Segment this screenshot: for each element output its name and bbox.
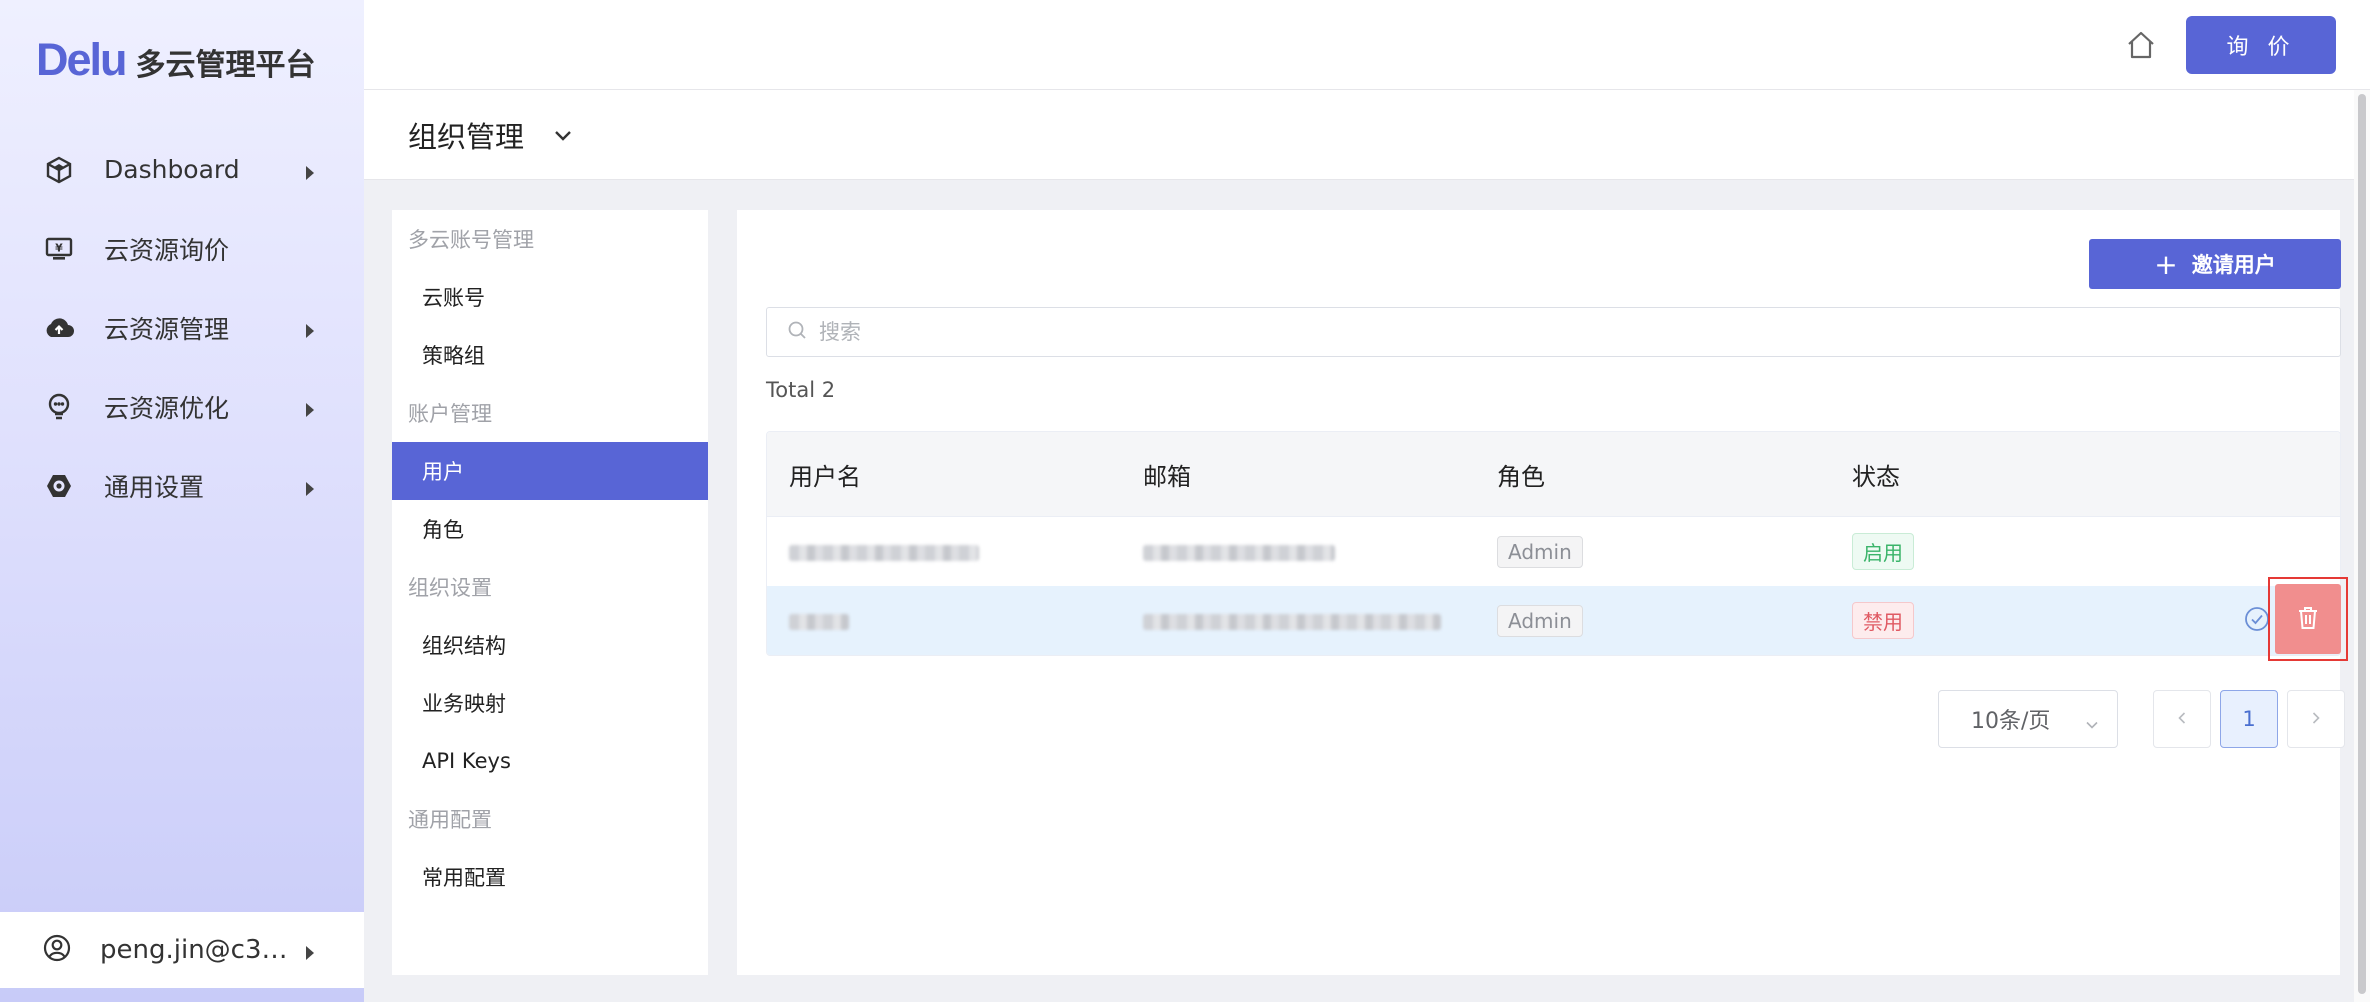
sidebar-item-label: 云资源优化: [104, 393, 230, 423]
cell-role: Admin: [1475, 604, 1830, 637]
redacted-username: [789, 613, 849, 630]
cube-icon: [42, 153, 76, 187]
sidebar-item-cloud-pricing[interactable]: ¥ 云资源询价: [0, 209, 364, 288]
sidebar-menu: Dashboard ¥ 云资源询价 云资源管理 云资源优化 通用设置: [0, 130, 364, 525]
users-table: 用户名 邮箱 角色 状态 Admin 启用 Admin 禁用: [766, 431, 2341, 656]
sidebar-item-cloud-optimize[interactable]: 云资源优化: [0, 367, 364, 446]
sidebar-item-settings[interactable]: 通用设置: [0, 446, 364, 525]
table-row[interactable]: Admin 禁用: [767, 586, 2340, 655]
caret-right-icon: [306, 402, 314, 417]
sidebar-item-label: 云资源管理: [104, 314, 230, 344]
sidebar-item-label: Dashboard: [104, 155, 240, 184]
quote-button[interactable]: 询 价: [2186, 16, 2336, 74]
monitor-yen-icon: ¥: [42, 232, 76, 266]
cell-role: Admin: [1475, 535, 1830, 568]
user-account-menu[interactable]: peng.jin@c3…: [0, 912, 364, 988]
status-badge: 启用: [1852, 533, 1914, 570]
redacted-username: [789, 544, 979, 561]
table-header: 用户名 邮箱 角色 状态: [767, 432, 2340, 517]
org-subnav: 多云账号管理 云账号 策略组 账户管理 用户 角色 组织设置 组织结构 业务映射…: [392, 210, 708, 975]
plus-icon: +: [2154, 247, 2178, 281]
role-badge: Admin: [1497, 535, 1583, 568]
cloud-upload-icon: [42, 311, 76, 345]
caret-right-icon: [306, 946, 314, 960]
sidebar: Delu 多云管理平台 Dashboard ¥ 云资源询价 云资源管理 云资源优…: [0, 0, 364, 1002]
sidebar-item-label: 云资源询价: [104, 235, 230, 265]
subnav-group-title: 通用配置: [408, 808, 492, 832]
delete-user-button[interactable]: [2275, 584, 2341, 654]
caret-right-icon: [306, 323, 314, 338]
chevron-left-icon: [2175, 710, 2189, 729]
caret-right-icon: [306, 481, 314, 496]
brand-logo[interactable]: Delu 多云管理平台: [36, 34, 316, 86]
next-page-button[interactable]: [2287, 690, 2345, 748]
chevron-right-icon: [2309, 710, 2323, 729]
prev-page-button[interactable]: [2153, 690, 2211, 748]
subnav-item-cloud-account[interactable]: 云账号: [392, 268, 708, 326]
scrollbar-thumb[interactable]: [2358, 94, 2366, 994]
hex-gear-icon: [42, 469, 76, 503]
page-title: 组织管理: [408, 119, 525, 154]
invite-user-label: 邀请用户: [2191, 253, 2276, 277]
invite-user-button[interactable]: + 邀请用户: [2089, 239, 2341, 289]
table-row[interactable]: Admin 启用: [767, 517, 2340, 586]
chevron-down-icon[interactable]: [552, 124, 574, 146]
caret-right-icon: [306, 165, 314, 180]
chevron-down-icon: [2085, 713, 2099, 729]
logo-mark: Delu: [36, 34, 128, 85]
bulb-icon: [42, 390, 76, 424]
platform-name: 多云管理平台: [135, 48, 316, 83]
subnav-item-api-keys[interactable]: API Keys: [392, 732, 708, 790]
enable-check-icon[interactable]: [2244, 606, 2270, 632]
cell-email: [1121, 542, 1475, 561]
subnav-group-title: 账户管理: [408, 402, 492, 426]
subnav-group-title: 多云账号管理: [408, 228, 534, 252]
top-header: 询 价: [364, 0, 2370, 90]
page-size-select[interactable]: 10条/页: [1938, 690, 2118, 748]
home-icon[interactable]: [2124, 28, 2158, 62]
cell-email: [1121, 611, 1475, 630]
trash-icon: [2297, 606, 2319, 633]
subnav-item-org-structure[interactable]: 组织结构: [392, 616, 708, 674]
svg-text:¥: ¥: [55, 241, 63, 254]
page-size-value: 10条/页: [1971, 709, 2051, 734]
users-panel: + 邀请用户 Total 2 用户名 邮箱 角色 状态 Admin 启用 Adm…: [737, 210, 2348, 975]
sidebar-item-dashboard[interactable]: Dashboard: [0, 130, 364, 209]
cell-status: 禁用: [1830, 602, 2180, 639]
cell-username: [767, 542, 1121, 561]
sidebar-item-cloud-resources[interactable]: 云资源管理: [0, 288, 364, 367]
search-icon: [787, 320, 807, 344]
page-number-button[interactable]: 1: [2220, 690, 2278, 748]
redacted-email: [1143, 613, 1441, 630]
cell-status: 启用: [1830, 533, 2180, 570]
user-email: peng.jin@c3…: [100, 935, 288, 965]
status-badge: 禁用: [1852, 602, 1914, 639]
column-header-status[interactable]: 状态: [1830, 457, 2180, 492]
role-badge: Admin: [1497, 604, 1583, 637]
subnav-item-users[interactable]: 用户: [392, 442, 708, 500]
total-count: Total 2: [766, 378, 836, 402]
sidebar-item-label: 通用设置: [104, 472, 205, 502]
column-header-email[interactable]: 邮箱: [1121, 457, 1475, 492]
search-box[interactable]: [766, 307, 2341, 357]
subnav-group-title: 组织设置: [408, 576, 492, 600]
cell-username: [767, 611, 1121, 630]
page-title-bar: 组织管理: [364, 90, 2354, 180]
subnav-item-business-mapping[interactable]: 业务映射: [392, 674, 708, 732]
delete-highlight: [2268, 577, 2348, 661]
column-header-role[interactable]: 角色: [1475, 457, 1830, 492]
column-header-username[interactable]: 用户名: [767, 457, 1121, 492]
search-input[interactable]: [819, 320, 2219, 344]
subnav-item-common-config[interactable]: 常用配置: [392, 848, 708, 906]
subnav-item-roles[interactable]: 角色: [392, 500, 708, 558]
user-circle-icon: [42, 933, 72, 967]
redacted-email: [1143, 544, 1335, 561]
subnav-item-policy-group[interactable]: 策略组: [392, 326, 708, 384]
